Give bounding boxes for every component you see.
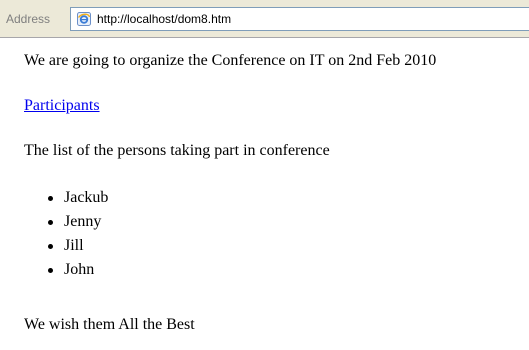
participants-link-paragraph: Participants (24, 97, 100, 115)
address-field[interactable]: http://localhost/dom8.htm (70, 7, 529, 31)
participant-name: Jill (64, 237, 84, 254)
list-item: John (40, 258, 108, 282)
participant-name: Jenny (64, 213, 102, 230)
bullet-icon (48, 244, 53, 249)
bullet-icon (48, 196, 53, 201)
ie-page-icon (76, 11, 92, 27)
list-item: Jackub (40, 186, 108, 210)
list-intro-paragraph: The list of the persons taking part in c… (24, 142, 330, 159)
list-item: Jill (40, 234, 108, 258)
url-text[interactable]: http://localhost/dom8.htm (97, 12, 231, 26)
bullet-icon (48, 268, 53, 273)
address-label: Address (6, 12, 51, 26)
participant-name: Jackub (64, 189, 109, 206)
participants-list: Jackub Jenny Jill John (40, 186, 108, 282)
intro-paragraph: We are going to organize the Conference … (24, 52, 437, 69)
participants-link[interactable]: Participants (24, 97, 100, 114)
list-item: Jenny (40, 210, 108, 234)
bullet-icon (48, 220, 53, 225)
page-content: We are going to organize the Conference … (0, 38, 529, 350)
address-bar: Address http://localhost/dom8.htm (0, 0, 529, 38)
closing-paragraph: We wish them All the Best (24, 316, 195, 333)
participant-name: John (64, 261, 95, 278)
